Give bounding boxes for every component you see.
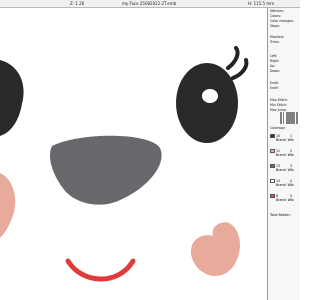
trims-label: Trims:	[270, 40, 280, 44]
colors-label: Colors:	[270, 14, 282, 18]
down-label: Down:	[270, 69, 281, 73]
mouth	[65, 258, 136, 282]
color-changes-label: Color changes:	[270, 19, 294, 23]
thread-color-swatch	[270, 179, 275, 183]
stops-label: Stops:	[270, 24, 280, 28]
design-canvas[interactable]	[0, 8, 268, 300]
thread-brand: Brand: Wilc	[276, 138, 295, 142]
colorway-label: Colorway:	[270, 126, 286, 130]
left-label: Left:	[270, 54, 278, 58]
nose-texture	[49, 135, 162, 205]
eyelashes	[226, 46, 249, 80]
thread-color-swatch	[270, 134, 275, 138]
zoom-label: Z: 1.26	[70, 1, 85, 6]
right-label: Right:	[270, 59, 280, 63]
thread-row[interactable]: 14 4 Brand: Wilc	[270, 179, 300, 188]
thread-brand: Brand: Wilc	[276, 183, 295, 187]
file-name: my Face 25082022.2T.emb	[122, 1, 177, 6]
thread-row[interactable]: 11 2 Brand: Wilc	[270, 149, 300, 158]
right-eye-texture	[176, 63, 238, 143]
left-eye-texture	[0, 60, 24, 136]
thread-row[interactable]: 10 1 Brand: Wilc	[270, 134, 300, 143]
thread-color-swatch	[270, 194, 275, 198]
embroidery-design	[0, 46, 249, 282]
up-label: Up:	[270, 64, 276, 68]
stitches-label: Stitches:	[270, 9, 284, 13]
thread-brand: Brand: Wilc	[276, 198, 295, 202]
right-cheek-heart	[190, 222, 240, 276]
max-stitch-label: Max Stitch:	[270, 98, 288, 102]
eye-shine	[202, 89, 218, 103]
thread-color-swatch	[270, 149, 275, 153]
min-stitch-label: Min Stitch:	[270, 103, 287, 107]
left-cheek	[0, 173, 16, 238]
thread-color-swatch	[270, 164, 275, 168]
thread-brand: Brand: Wilc	[276, 153, 295, 157]
total-bobbin-label: Total Bobbin:	[270, 213, 291, 217]
endy-label: EndY:	[270, 86, 279, 90]
dimensions-label: H: 115.5 mm	[248, 1, 275, 6]
title-bar: Z: 1.26 my Face 25082022.2T.emb H: 115.5…	[0, 0, 300, 8]
barcode-image	[280, 112, 300, 124]
properties-panel: Stitches: Colors: Color changes: Stops: …	[268, 8, 300, 300]
endx-label: EndX:	[270, 81, 280, 85]
thread-brand: Brand: Wilc	[276, 168, 295, 172]
thread-row[interactable]: 13 3 Brand: Wilc	[270, 164, 300, 173]
thread-row[interactable]: 6 5 Brand: Wilc	[270, 194, 300, 203]
machine-label: Machine:	[270, 35, 285, 39]
